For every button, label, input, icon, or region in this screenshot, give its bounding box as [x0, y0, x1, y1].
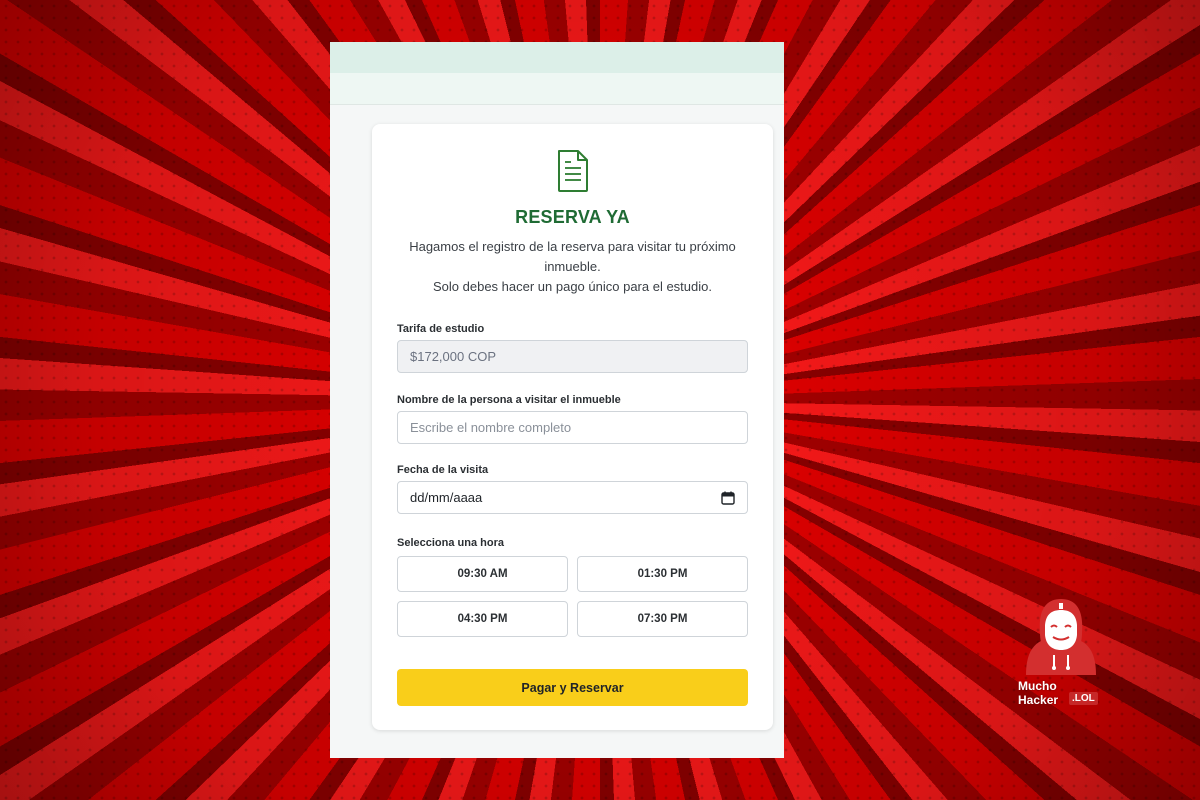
logo-suffix: .LOL [1069, 692, 1098, 705]
pay-and-reserve-button[interactable]: Pagar y Reservar [397, 669, 748, 706]
fee-value: $172,000 COP [410, 349, 497, 364]
name-label: Nombre de la persona a visitar el inmueb… [397, 394, 621, 406]
app-header-top [330, 42, 784, 73]
fee-label: Tarifa de estudio [397, 323, 485, 335]
payment-note: Solo debes hacer un pago único para el e… [433, 279, 712, 294]
page-title: RESERVA YA [515, 207, 630, 227]
visitor-name-input[interactable] [397, 411, 748, 444]
time-option-0430pm[interactable]: 04:30 PM [397, 601, 568, 637]
document-icon [558, 150, 588, 192]
time-label: Selecciona una hora [397, 537, 504, 549]
logo-text-line2: Hacker [1018, 693, 1059, 707]
muchohacker-logo: Mucho Hacker .LOL [1018, 597, 1104, 727]
date-label: Fecha de la visita [397, 464, 489, 476]
app-header-bottom [330, 73, 784, 105]
fee-field: $172,000 COP [397, 340, 748, 373]
time-option-0930am[interactable]: 09:30 AM [397, 556, 568, 592]
time-option-0130pm[interactable]: 01:30 PM [577, 556, 748, 592]
reservation-card: RESERVA YA Hagamos el registro de la res… [372, 124, 773, 730]
visit-date-input[interactable]: dd/mm/aaaa [397, 481, 748, 514]
hacker-mascot-icon [1026, 599, 1096, 675]
intro-text: Hagamos el registro de la reserva para v… [409, 239, 736, 274]
calendar-icon[interactable] [721, 491, 735, 505]
phone-screen: RESERVA YA Hagamos el registro de la res… [330, 42, 784, 758]
logo-text-line1: Mucho [1018, 679, 1057, 693]
time-option-0730pm[interactable]: 07:30 PM [577, 601, 748, 637]
date-value: dd/mm/aaaa [410, 490, 483, 505]
